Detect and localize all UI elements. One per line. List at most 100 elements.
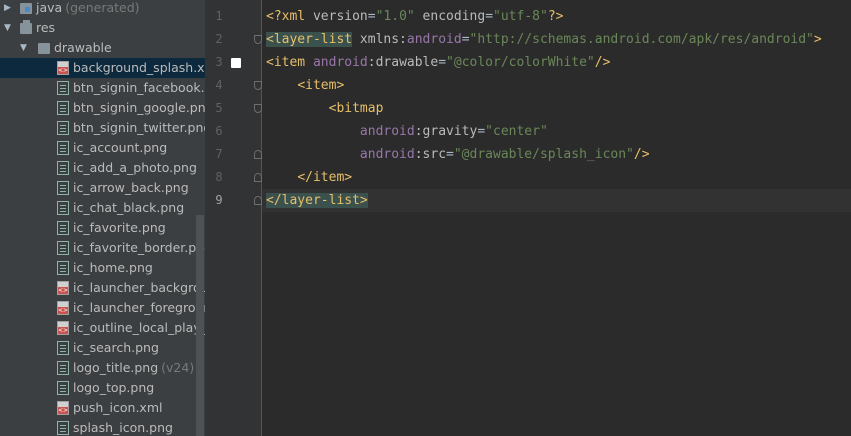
tree-item-label: ic_launcher_foreground.x (73, 298, 205, 318)
code-text: android:src="@drawable/splash_icon"/> (262, 147, 650, 162)
tree-item-name: btn_signin_google.png (73, 100, 205, 115)
fold-start-icon[interactable] (254, 104, 262, 113)
tree-item-label: splash_icon.png (73, 418, 173, 436)
code-token: "utf-8" (493, 9, 548, 24)
tree-folder-item[interactable]: ▶ java (generated) (0, 0, 205, 18)
gutter-line: 8 (205, 166, 262, 189)
expand-arrow-down-icon[interactable]: ▼ (20, 38, 30, 58)
tree-file-item[interactable]: ic_outline_local_play_24p (0, 318, 205, 338)
expand-arrow-right-icon[interactable]: ▶ (4, 0, 14, 18)
tree-file-item[interactable]: background_splash.xml (0, 58, 205, 78)
code-token: ?> (547, 9, 564, 24)
xml-file-icon (57, 401, 69, 415)
tree-item-name: splash_icon.png (73, 420, 173, 435)
code-token: android (359, 147, 415, 162)
tree-file-item[interactable]: ic_favorite_border.png (0, 238, 205, 258)
fold-start-icon[interactable] (254, 35, 262, 44)
image-file-icon (57, 221, 69, 235)
tree-file-item[interactable]: btn_signin_google.png (0, 98, 205, 118)
tree-item-label: drawable (54, 38, 112, 58)
tree-file-item[interactable]: ic_launcher_background. (0, 278, 205, 298)
code-line[interactable]: <bitmap (262, 97, 851, 120)
tree-file-item[interactable]: splash_icon.png (0, 418, 205, 436)
xml-file-icon (57, 61, 69, 75)
tree-item-name: ic_favorite.png (73, 220, 166, 235)
gutter-line: 9 (205, 189, 262, 212)
tree-item-name: ic_launcher_foreground.x (73, 300, 205, 315)
code-line[interactable]: <?xml version="1.0" encoding="utf-8"?> (262, 5, 851, 28)
code-editor[interactable]: <?xml version="1.0" encoding="utf-8"?> <l… (262, 0, 851, 436)
tree-file-item[interactable]: ic_home.png (0, 258, 205, 278)
tree-file-item[interactable]: ic_add_a_photo.png (0, 158, 205, 178)
code-token: version (312, 9, 368, 24)
tree-file-item[interactable]: btn_signin_facebook.png (0, 78, 205, 98)
code-text: <layer-list xmlns:android="http://schema… (262, 32, 822, 47)
gutter-line: 6 (205, 120, 261, 143)
image-file-icon (57, 201, 69, 215)
image-file-icon (57, 361, 69, 375)
code-text: <item android:drawable="@color/colorWhit… (262, 55, 610, 70)
tree-item-name: ic_home.png (73, 260, 153, 275)
tree-item-label: btn_signin_facebook.png (73, 78, 205, 98)
tree-file-item[interactable]: logo_title.png (v24) (0, 358, 205, 378)
tree-scrollbar[interactable] (196, 215, 204, 436)
line-number: 6 (215, 124, 223, 138)
tree-file-item[interactable]: ic_search.png (0, 338, 205, 358)
tree-item-name: ic_search.png (73, 340, 159, 355)
tree-folder-item[interactable]: ▼ drawable (0, 38, 205, 58)
tree-item-name: logo_title.png (73, 360, 159, 375)
tree-file-item[interactable]: ic_favorite.png (0, 218, 205, 238)
code-line[interactable]: <item android:drawable="@color/colorWhit… (262, 51, 851, 74)
line-number: 9 (215, 193, 223, 207)
tree-file-item[interactable]: btn_signin_twitter.png (0, 118, 205, 138)
gutter-line: 1 (205, 5, 261, 28)
tree-item-label: ic_search.png (73, 338, 159, 358)
tree-item-hint: (generated) (65, 0, 140, 15)
line-number: 4 (215, 78, 223, 92)
tree-item-name: background_splash.xml (73, 60, 205, 75)
line-number: 3 (215, 55, 223, 69)
expand-arrow-down-icon[interactable]: ▼ (4, 18, 14, 38)
code-text: <?xml version="1.0" encoding="utf-8"?> (262, 9, 563, 24)
tree-file-item[interactable]: logo_top.png (0, 378, 205, 398)
image-file-icon (57, 81, 69, 95)
line-number: 8 (215, 170, 223, 184)
code-line[interactable]: </layer-list> (262, 189, 851, 212)
code-line[interactable]: </item> (262, 166, 851, 189)
code-token: </layer-list> (266, 193, 368, 208)
code-token: = (461, 32, 470, 47)
code-token: = (446, 147, 454, 162)
code-token: = (438, 55, 447, 70)
tree-item-label: ic_home.png (73, 258, 153, 278)
fold-end-icon[interactable] (254, 150, 262, 159)
code-token: = (367, 9, 376, 24)
code-line[interactable]: android:src="@drawable/splash_icon"/> (262, 143, 851, 166)
bookmark-icon[interactable] (231, 58, 241, 68)
gutter-line: 5 (205, 97, 262, 120)
tree-item-name: logo_top.png (73, 380, 155, 395)
image-file-icon (57, 161, 69, 175)
tree-file-item[interactable]: ic_launcher_foreground.x (0, 298, 205, 318)
code-token: "@color/colorWhite" (446, 55, 595, 70)
code-token: </item> (297, 170, 353, 185)
tree-item-label: ic_account.png (73, 138, 167, 158)
fold-start-icon[interactable] (254, 81, 262, 90)
tree-file-item[interactable]: push_icon.xml (0, 398, 205, 418)
fold-end-icon[interactable] (254, 173, 262, 182)
fold-end-icon[interactable] (254, 196, 262, 205)
editor-gutter: 1 2 3 4 5 6 7 8 9 (205, 0, 262, 436)
code-token: "1.0" (375, 9, 415, 24)
tree-item-label: ic_outline_local_play_24p (73, 318, 205, 338)
code-line[interactable]: <item> (262, 74, 851, 97)
tree-item-name: push_icon.xml (73, 400, 163, 415)
code-line[interactable]: <layer-list xmlns:android="http://schema… (262, 28, 851, 51)
tree-file-item[interactable]: ic_arrow_back.png (0, 178, 205, 198)
code-line[interactable]: android:gravity="center" (262, 120, 851, 143)
tree-folder-item[interactable]: ▼ res (0, 18, 205, 38)
tree-item-label: ic_launcher_background. (73, 278, 205, 298)
tree-file-item[interactable]: ic_account.png (0, 138, 205, 158)
code-token: android (406, 32, 462, 47)
tree-item-name: res (36, 20, 56, 35)
tree-file-item[interactable]: ic_chat_black.png (0, 198, 205, 218)
gutter-line: 4 (205, 74, 262, 97)
